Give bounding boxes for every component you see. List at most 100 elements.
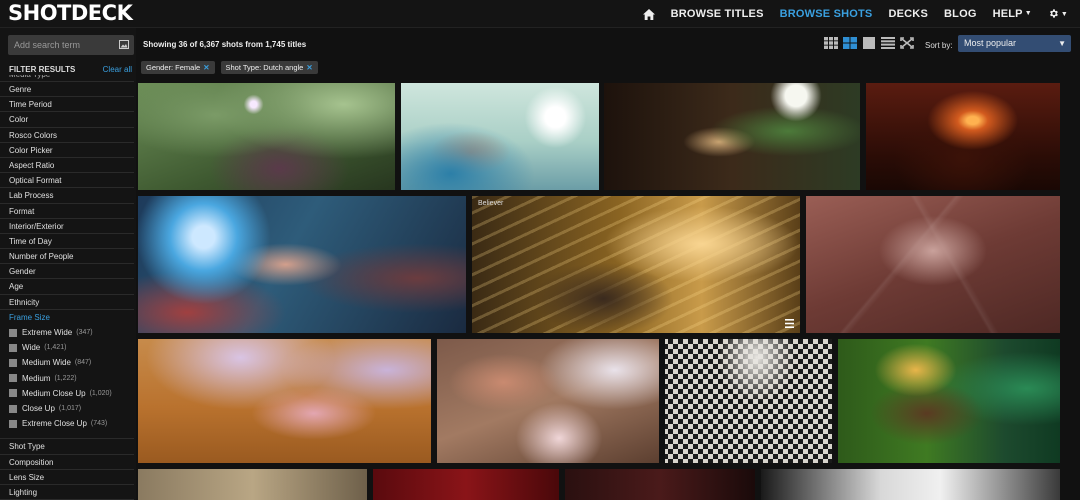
nav-decks[interactable]: DECKS (888, 8, 928, 20)
filter-lighting[interactable]: Lighting (0, 485, 134, 500)
filter-shot-type[interactable]: Shot Type (0, 439, 134, 455)
checkbox[interactable] (9, 404, 17, 413)
grid-large-icon[interactable] (843, 37, 857, 49)
shot-thumbnail[interactable] (565, 469, 755, 500)
gear-icon (1049, 8, 1058, 18)
filter-lab-process[interactable]: Lab Process (0, 188, 134, 204)
filter-format[interactable]: Format (0, 204, 134, 219)
clear-all-link[interactable]: Clear all (103, 65, 132, 74)
list-view-icon[interactable] (881, 37, 895, 49)
grid-small-icon[interactable] (824, 37, 838, 49)
menu-icon[interactable] (785, 319, 794, 328)
nav-browse-titles[interactable]: BROWSE TITLES (671, 8, 764, 20)
checkbox[interactable] (9, 419, 17, 428)
frame-size-option[interactable]: Extreme Wide (347) (0, 325, 134, 340)
filter-aspect-ratio[interactable]: Aspect Ratio (0, 158, 134, 174)
option-label: Wide (22, 343, 41, 353)
filter-chip-shot-type: Shot Type: Dutch angle ✕ (220, 61, 318, 74)
shot-thumbnail[interactable] (838, 339, 1060, 463)
filter-color[interactable]: Color (0, 112, 134, 128)
frame-size-option[interactable]: Medium Close Up (1,020) (0, 386, 134, 401)
option-label: Medium Wide (22, 358, 71, 368)
filter-sidebar: FILTER RESULTS Clear all Media Type Genr… (0, 28, 136, 500)
option-count: (1,017) (58, 405, 82, 413)
shot-thumbnail[interactable] (761, 469, 1060, 500)
frame-size-option[interactable]: Medium (1,222) (0, 371, 134, 386)
filter-ethnicity[interactable]: Ethnicity (0, 295, 134, 310)
filter-time-of-day[interactable]: Time of Day (0, 234, 134, 250)
filter-genre[interactable]: Genre (0, 82, 134, 98)
shot-thumbnail[interactable] (138, 196, 466, 333)
filter-age[interactable]: Age (0, 279, 134, 295)
shot-thumbnail[interactable] (138, 469, 367, 500)
filter-composition[interactable]: Composition (0, 455, 134, 470)
shotdeck-logo[interactable]: SHOTDECK (8, 1, 133, 25)
option-count: (847) (74, 359, 92, 367)
search-input[interactable] (8, 35, 114, 55)
tile-title-badge: Believer (478, 200, 504, 207)
filter-gender[interactable]: Gender (0, 264, 134, 280)
close-icon[interactable]: ✕ (306, 63, 312, 72)
option-count: (1,421) (44, 344, 67, 352)
shot-thumbnail[interactable] (806, 196, 1060, 333)
fullscreen-icon[interactable] (900, 37, 914, 49)
chevron-down-icon: ▼ (1060, 10, 1068, 18)
settings-menu[interactable]: ▼ (1048, 8, 1068, 21)
filter-interior-exterior[interactable]: Interior/Exterior (0, 219, 134, 234)
search-box (8, 35, 134, 55)
filter-time-period[interactable]: Time Period (0, 97, 134, 113)
checkbox[interactable] (9, 343, 17, 352)
filter-number-of-people[interactable]: Number of People (0, 249, 134, 265)
option-label: Extreme Close Up (22, 419, 87, 429)
nav-browse-shots[interactable]: BROWSE SHOTS (780, 8, 873, 20)
frame-size-option[interactable]: Extreme Close Up (743) (0, 416, 134, 431)
image-search-icon[interactable] (119, 40, 129, 49)
checkbox[interactable] (9, 358, 17, 367)
nav-help-label: HELP (992, 8, 1023, 20)
chip-label: Gender: Female (146, 63, 201, 72)
shot-thumbnail[interactable] (138, 83, 395, 190)
shot-thumbnail[interactable]: Believer (472, 196, 800, 333)
top-navigation: SHOTDECK BROWSE TITLES BROWSE SHOTS DECK… (0, 0, 1080, 28)
option-count: (743) (90, 420, 108, 428)
home-icon[interactable] (642, 8, 655, 20)
results-count: Showing 36 of 6,367 shots from 1,745 tit… (143, 40, 307, 49)
nav-blog[interactable]: BLOG (944, 8, 977, 20)
filter-results-title: FILTER RESULTS (9, 65, 76, 74)
filter-lens-size[interactable]: Lens Size (0, 470, 134, 485)
frame-size-option[interactable]: Medium Wide (847) (0, 355, 134, 370)
filter-rosco-colors[interactable]: Rosco Colors (0, 128, 134, 143)
checkbox[interactable] (9, 389, 17, 398)
sort-dropdown[interactable]: Most popular ▼ (958, 35, 1071, 52)
shot-thumbnail[interactable] (401, 83, 599, 190)
option-count: (347) (76, 329, 93, 337)
close-icon[interactable]: ✕ (203, 63, 209, 72)
shot-thumbnail[interactable] (373, 469, 559, 500)
chevron-down-icon: ▼ (1058, 39, 1066, 48)
filter-chip-gender: Gender: Female ✕ (141, 61, 215, 74)
nav-help[interactable]: HELP ▼ (993, 8, 1032, 20)
option-label: Close Up (22, 404, 55, 414)
shot-thumbnail[interactable] (866, 83, 1060, 190)
shot-thumbnail[interactable] (604, 83, 860, 190)
option-count: (1,222) (54, 374, 77, 382)
main-nav: BROWSE TITLES BROWSE SHOTS DECKS BLOG HE… (642, 0, 1068, 28)
filter-media-type[interactable]: Media Type (0, 75, 134, 82)
filter-frame-size[interactable]: Frame Size (0, 310, 134, 325)
checkbox[interactable] (9, 374, 17, 383)
filter-optical-format[interactable]: Optical Format (0, 173, 134, 189)
view-mode-toggle (824, 37, 919, 49)
frame-size-option[interactable]: Wide (1,421) (0, 340, 134, 355)
checkbox[interactable] (9, 328, 17, 337)
filter-color-picker[interactable]: Color Picker (0, 143, 134, 158)
chip-label: Shot Type: Dutch angle (225, 63, 304, 72)
shot-thumbnail[interactable] (138, 339, 431, 463)
option-count: (1,020) (89, 389, 112, 397)
shot-thumbnail[interactable] (665, 339, 832, 463)
shot-thumbnail[interactable] (437, 339, 659, 463)
sort-value: Most popular (964, 38, 1017, 48)
single-view-icon[interactable] (862, 37, 876, 49)
frame-size-option[interactable]: Close Up (1,017) (0, 401, 134, 416)
filter-list: Media Type Genre Time Period Color Rosco… (0, 75, 134, 500)
option-label: Extreme Wide (22, 328, 73, 338)
